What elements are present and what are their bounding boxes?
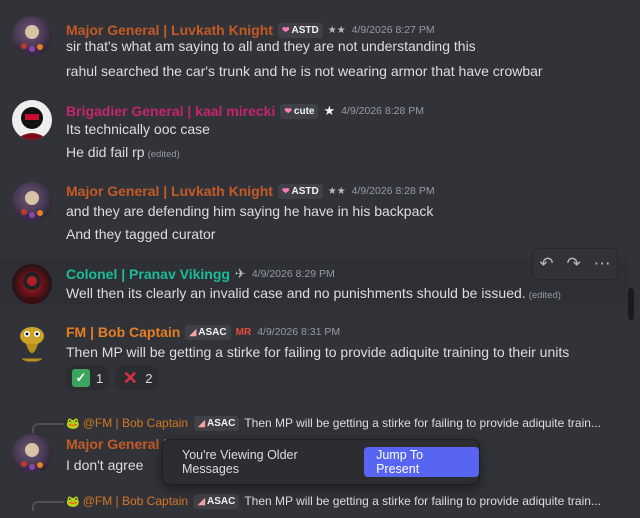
avatar[interactable] [12, 434, 52, 474]
server-tag[interactable]: ❤ ASTD [277, 183, 323, 199]
timestamp[interactable]: 4/9/2026 8:28 PM [352, 185, 435, 197]
tag-label: ASTD [291, 185, 319, 197]
reaction-check[interactable]: ✓ 1 [66, 365, 110, 391]
reply-author[interactable]: @FM | Bob Captain [83, 494, 188, 508]
message-text-content: He did fail rp [66, 144, 145, 160]
server-tag[interactable]: ◢ ASAC [185, 324, 231, 340]
timestamp[interactable]: 4/9/2026 8:29 PM [252, 268, 335, 280]
avatar[interactable] [12, 264, 52, 304]
message-text: Then MP will be getting a stirke for fai… [66, 344, 570, 360]
author-name[interactable]: Colonel | Pranav Vikingg [66, 266, 230, 282]
server-tag: ◢ ASAC [194, 493, 240, 509]
reply-avatar-icon: 🐸 [66, 417, 80, 430]
jump-to-present-button[interactable]: Jump To Present [364, 447, 479, 477]
tag-label: ASTD [291, 24, 319, 36]
reply-spine [32, 501, 64, 511]
author-name[interactable]: Major General | Luvkath Knight [66, 22, 273, 38]
scrollbar-thumb[interactable] [628, 288, 634, 320]
reply-author[interactable]: @FM | Bob Captain [83, 416, 188, 430]
tag-label: ASAC [198, 326, 227, 338]
role-icon[interactable]: ★★ [328, 25, 346, 36]
message: 🐸 @FM | Bob Captain ◢ ASAC Then MP will b… [0, 490, 628, 518]
banner-text: You're Viewing Older Messages [182, 448, 298, 476]
edited-label: (edited) [528, 290, 561, 301]
more-options-icon[interactable]: ⋯ [594, 254, 611, 274]
check-mark-icon: ✓ [72, 369, 90, 387]
role-icon[interactable]: MR [236, 327, 252, 338]
server-tag: ◢ ASAC [194, 415, 240, 431]
message-text: Its technically ooc case [66, 121, 210, 137]
reply-text: Then MP will be getting a stirke for fai… [244, 494, 601, 508]
message-text-content: Well then its clearly an invalid case an… [66, 285, 526, 301]
timestamp[interactable]: 4/9/2026 8:31 PM [257, 326, 340, 338]
reply-text: Then MP will be getting a stirke for fai… [244, 416, 601, 430]
message-text: He did fail rp (edited) [66, 144, 180, 160]
message-text: sir that's what am saying to all and the… [66, 38, 476, 54]
older-messages-banner: You're Viewing Older Messages Jump To Pr… [162, 439, 480, 485]
heart-icon: ❤ [284, 105, 292, 116]
role-icon[interactable]: ★★ [328, 186, 346, 197]
role-icon[interactable]: ★ [323, 103, 335, 119]
reply-avatar-icon: 🐸 [66, 495, 80, 508]
reaction-cross[interactable]: ✕ 2 [115, 365, 159, 391]
message-text: rahul searched the car's trunk and he is… [66, 63, 543, 79]
message-text: And they tagged curator [66, 226, 216, 242]
tag-label: ASAC [206, 417, 236, 429]
heart-icon: ❤ [281, 185, 290, 196]
tag-icon: ◢ [198, 417, 205, 428]
message-text: and they are defending him saying he hav… [66, 203, 434, 219]
reaction-count: 1 [96, 370, 104, 386]
forward-icon[interactable]: ↷ [566, 254, 580, 274]
message-text: Well then its clearly an invalid case an… [66, 285, 561, 301]
avatar[interactable] [12, 100, 52, 140]
tag-icon: ◢ [198, 495, 205, 506]
timestamp[interactable]: 4/9/2026 8:27 PM [352, 24, 435, 36]
message: FM | Bob Captain ◢ ASAC MR 4/9/2026 8:31 … [0, 314, 628, 394]
cross-mark-icon: ✕ [122, 367, 138, 388]
message: Brigadier General | kaal mirecki ❤ cute ★… [0, 92, 628, 172]
tag-label: ASAC [206, 495, 236, 507]
edited-label: (edited) [147, 149, 180, 160]
reply-preview[interactable]: 🐸 @FM | Bob Captain ◢ ASAC Then MP will b… [66, 415, 601, 431]
message: Major General | Luvkath Knight ❤ ASTD ★★ … [0, 10, 628, 86]
reply-spine [32, 423, 64, 433]
reply-preview[interactable]: 🐸 @FM | Bob Captain ◢ ASAC Then MP will b… [66, 493, 601, 509]
reaction-count: 2 [145, 370, 153, 386]
message: Major General | Luvkath Knight ❤ ASTD ★★ … [0, 174, 628, 250]
avatar[interactable] [12, 182, 52, 222]
avatar[interactable] [12, 16, 52, 56]
reply-icon[interactable]: ↶ [539, 254, 553, 274]
timestamp[interactable]: 4/9/2026 8:28 PM [341, 105, 424, 117]
server-tag[interactable]: ❤ cute [280, 103, 319, 119]
heart-icon: ❤ [281, 24, 290, 35]
role-icon[interactable]: ✈ [235, 266, 246, 282]
author-name[interactable]: Brigadier General | kaal mirecki [66, 103, 275, 119]
message-actions-bar: ↶ ↷ ⋯ [532, 248, 618, 280]
message-text: I don't agree [66, 457, 144, 473]
author-name[interactable]: Major General | Luvkath Knight [66, 183, 273, 199]
server-tag[interactable]: ❤ ASTD [277, 22, 323, 38]
author-name[interactable]: FM | Bob Captain [66, 324, 180, 340]
tag-icon: ◢ [189, 326, 197, 337]
tag-label: cute [293, 105, 315, 117]
avatar[interactable] [12, 322, 52, 362]
